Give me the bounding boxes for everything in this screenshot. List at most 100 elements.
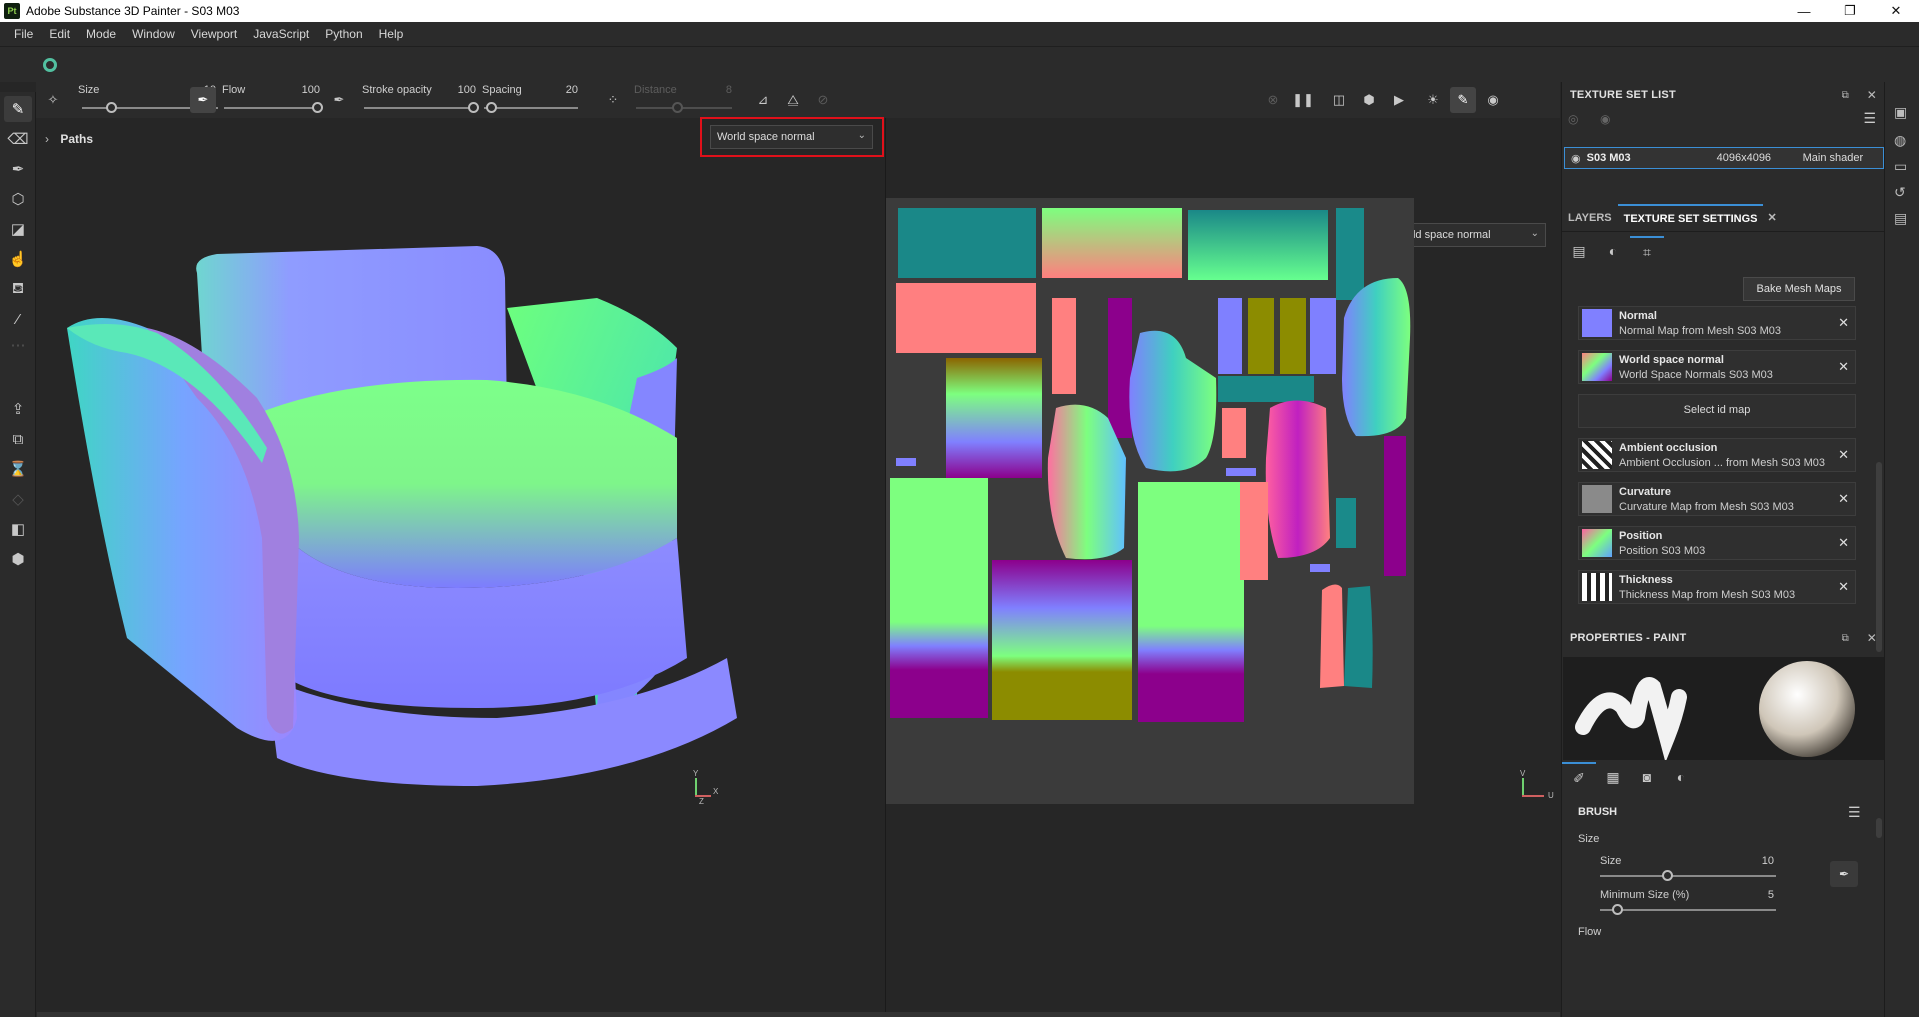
pause-engine-icon[interactable]: ❚❚ <box>1290 87 1316 113</box>
sync-icon[interactable] <box>43 58 57 72</box>
stroke-opacity-track[interactable] <box>364 107 476 109</box>
stroke-opacity-slider[interactable]: Stroke opacity 100 <box>362 82 479 118</box>
maximize-button[interactable]: ❐ <box>1827 0 1873 22</box>
flow-track[interactable] <box>224 107 320 109</box>
distance-slider[interactable]: Distance 8 <box>634 82 734 118</box>
texture-set-row[interactable]: ◉ S03 M03 4096x4096 Main shader <box>1564 147 1884 169</box>
paint-mode-icon[interactable]: ✎ <box>1450 87 1476 113</box>
flow-slider[interactable]: Flow 100 <box>222 82 323 118</box>
mesh-map-slot-world-space-normal[interactable]: World space normal World Space Normals S… <box>1578 350 1856 384</box>
remove-map-icon[interactable]: ✕ <box>1838 535 1849 551</box>
hide-all-icon[interactable]: ◎ <box>1568 112 1578 126</box>
spacing-track[interactable] <box>484 107 578 109</box>
remove-map-icon[interactable]: ✕ <box>1838 359 1849 375</box>
mesh-map-slot-ambient-occlusion[interactable]: Ambient occlusion Ambient Occlusion ... … <box>1578 438 1856 472</box>
geometry-mask-tool-icon[interactable]: ⬡ <box>4 186 32 212</box>
alpha-tab-icon[interactable]: ▦ <box>1596 762 1630 792</box>
flow-pen-pressure-icon[interactable]: ✒ <box>326 87 352 113</box>
properties-scrollbar[interactable] <box>1876 818 1882 838</box>
spacing-knob[interactable] <box>486 102 497 113</box>
size-pen-pressure-icon[interactable]: ✒ <box>190 87 216 113</box>
mesh-map-slot-thickness[interactable]: Thickness Thickness Map from Mesh S03 M0… <box>1578 570 1856 604</box>
menu-edit[interactable]: Edit <box>41 27 78 41</box>
uv-crop-icon[interactable]: ⌗ <box>1630 236 1664 266</box>
undock-icon[interactable]: ⧉ <box>1842 633 1849 644</box>
remove-map-icon[interactable]: ✕ <box>1838 315 1849 331</box>
mesh-map-slot-normal[interactable]: Normal Normal Map from Mesh S03 M03 ✕ <box>1578 306 1856 340</box>
remove-map-icon[interactable]: ✕ <box>1838 447 1849 463</box>
viewer-settings-icon[interactable]: ◇ <box>4 486 32 512</box>
close-tab-icon[interactable]: ✕ <box>1763 204 1780 232</box>
select-id-map-slot[interactable]: Select id map <box>1578 394 1856 428</box>
settings-scrollbar[interactable] <box>1876 462 1882 652</box>
material-tab-icon[interactable]: ◐ <box>1664 762 1698 792</box>
size-knob[interactable] <box>106 102 117 113</box>
close-panel-icon[interactable]: ✕ <box>1867 88 1877 102</box>
menu-viewport[interactable]: Viewport <box>183 27 245 41</box>
spacing-slider[interactable]: Spacing 20 <box>482 82 580 118</box>
prop-size-knob[interactable] <box>1662 870 1673 881</box>
close-window-button[interactable]: ✕ <box>1873 0 1919 22</box>
distance-knob[interactable] <box>672 102 683 113</box>
shelf-icon[interactable]: ◍ <box>1894 132 1906 149</box>
projection-tool-icon[interactable]: ✒ <box>4 156 32 182</box>
hide-ui-icon[interactable]: ⊗ <box>1260 87 1286 113</box>
flow-knob[interactable] <box>312 102 323 113</box>
archive-icon[interactable]: ▭ <box>1894 158 1907 175</box>
light-icon[interactable]: ☀ <box>1420 87 1446 113</box>
alignment-icon[interactable]: ⊿ <box>750 87 776 113</box>
remove-map-icon[interactable]: ✕ <box>1838 491 1849 507</box>
remove-map-icon[interactable]: ✕ <box>1838 579 1849 595</box>
clone-tool-icon[interactable]: ⛾ <box>4 276 32 302</box>
smudge-tool-icon[interactable]: ☝ <box>4 246 32 272</box>
menu-mode[interactable]: Mode <box>78 27 124 41</box>
menu-window[interactable]: Window <box>124 27 183 41</box>
prop-size-track[interactable] <box>1600 875 1776 877</box>
paint-brush-tool-icon[interactable]: ✎ <box>4 96 32 122</box>
brush-menu-icon[interactable]: ☰ <box>1848 804 1861 821</box>
display-settings-icon[interactable]: ⌛ <box>4 456 32 482</box>
uv-texture-map[interactable] <box>886 118 1560 1012</box>
distance-track[interactable] <box>636 107 732 109</box>
mesh-map-slot-position[interactable]: Position Position S03 M03 ✕ <box>1578 526 1856 560</box>
menu-javascript[interactable]: JavaScript <box>245 27 317 41</box>
minimize-button[interactable]: — <box>1781 0 1827 22</box>
viewport-3d[interactable]: › Paths World space normal ⌄ Y X Z <box>37 117 885 1012</box>
menu-python[interactable]: Python <box>317 27 370 41</box>
lazy-mouse-icon[interactable]: ⁘ <box>600 87 626 113</box>
pen-pressure-icon[interactable]: ✒ <box>1830 861 1858 887</box>
armchair-model[interactable] <box>37 118 885 1012</box>
tab-texture-set-settings[interactable]: TEXTURE SET SETTINGS <box>1617 203 1764 232</box>
shader-settings-icon[interactable]: ◧ <box>4 516 32 542</box>
material-sphere-icon[interactable]: ◐ <box>1596 236 1630 266</box>
brush-tab-icon[interactable]: ✐ <box>1562 762 1596 792</box>
mesh-cube-icon[interactable]: ⬢ <box>1356 87 1382 113</box>
min-size-track[interactable] <box>1600 909 1776 911</box>
polygon-fill-tool-icon[interactable]: ◪ <box>4 216 32 242</box>
viewer-settings-icon[interactable]: ▣ <box>1894 104 1907 121</box>
min-size-knob[interactable] <box>1612 904 1623 915</box>
history-icon[interactable]: ↺ <box>1894 184 1906 201</box>
menu-help[interactable]: Help <box>371 27 412 41</box>
tab-layers[interactable]: LAYERS <box>1562 204 1618 232</box>
log-icon[interactable]: ▤ <box>1894 210 1907 227</box>
screenshot-camera-icon[interactable]: ◉ <box>1480 87 1506 113</box>
color-picker-tool-icon[interactable]: ⁄ <box>4 306 32 332</box>
menu-file[interactable]: File <box>6 27 41 41</box>
texture-settings-icon[interactable]: ⬢ <box>4 546 32 572</box>
texture-set-icon[interactable]: ▤ <box>1562 236 1596 266</box>
camera-video-icon[interactable]: ▶ <box>1386 87 1412 113</box>
brush-preset-icon[interactable]: ✧ <box>40 87 66 113</box>
show-all-icon[interactable]: ◉ <box>1600 112 1610 126</box>
backface-culling-icon[interactable]: ⊘ <box>810 87 836 113</box>
export-icon[interactable]: ⇪ <box>4 396 32 422</box>
viewport-split-icon[interactable]: ◫ <box>1326 87 1352 113</box>
eraser-tool-icon[interactable]: ⌫ <box>4 126 32 152</box>
panel-menu-icon[interactable]: ☰ <box>1863 110 1876 127</box>
stencil-tab-icon[interactable]: ◙ <box>1630 762 1664 792</box>
close-panel-icon[interactable]: ✕ <box>1867 631 1877 645</box>
symmetry-icon[interactable]: ⧋ <box>780 87 806 113</box>
viewport-2d[interactable]: World space normal ⌄ V U <box>886 118 1560 1012</box>
stroke-opacity-knob[interactable] <box>468 102 479 113</box>
bake-mesh-maps-button[interactable]: Bake Mesh Maps <box>1743 277 1855 301</box>
